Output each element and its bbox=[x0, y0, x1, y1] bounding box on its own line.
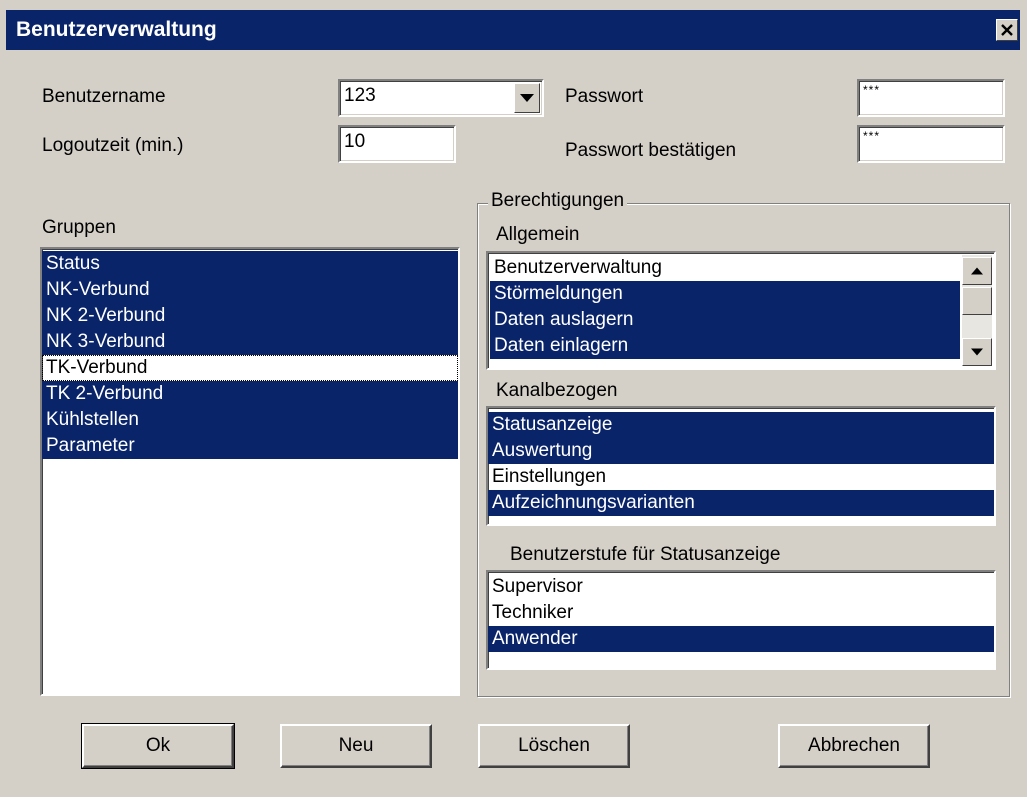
username-combobox[interactable]: 123 bbox=[338, 79, 544, 117]
chevron-down-icon bbox=[520, 94, 534, 102]
close-button[interactable] bbox=[996, 19, 1018, 41]
user-management-dialog: Benutzerverwaltung Benutzername 123 Logo… bbox=[0, 0, 1027, 797]
logout-time-value: 10 bbox=[344, 131, 366, 152]
password-value: *** bbox=[863, 83, 881, 97]
title-bar[interactable]: Benutzerverwaltung bbox=[6, 10, 1020, 50]
close-icon bbox=[1001, 24, 1013, 36]
general-label: Allgemein bbox=[496, 224, 580, 245]
arrow-up-icon bbox=[971, 267, 983, 275]
groups-label: Gruppen bbox=[42, 217, 116, 238]
permissions-label: Berechtigungen bbox=[488, 190, 628, 212]
list-item[interactable]: Parameter bbox=[42, 433, 458, 459]
groups-listbox[interactable]: Status NK-Verbund NK 2-Verbund NK 3-Verb… bbox=[40, 247, 460, 696]
list-item[interactable]: TK-Verbund bbox=[42, 355, 458, 381]
list-item[interactable]: NK 2-Verbund bbox=[42, 303, 458, 329]
cancel-button[interactable]: Abbrechen bbox=[778, 724, 930, 768]
password-confirm-value: *** bbox=[863, 129, 881, 143]
username-dropdown-button[interactable] bbox=[514, 83, 540, 113]
list-item[interactable]: NK-Verbund bbox=[42, 277, 458, 303]
arrow-down-icon bbox=[971, 348, 983, 356]
list-item[interactable]: Techniker bbox=[488, 600, 994, 626]
general-scrollbar[interactable] bbox=[962, 255, 992, 366]
delete-button[interactable]: Löschen bbox=[478, 724, 630, 768]
window-title: Benutzerverwaltung bbox=[16, 18, 217, 41]
list-item[interactable]: Statusanzeige bbox=[488, 412, 994, 438]
list-item[interactable]: Störmeldungen bbox=[490, 281, 960, 307]
list-item[interactable]: NK 3-Verbund bbox=[42, 329, 458, 355]
userlevel-label: Benutzerstufe für Statusanzeige bbox=[510, 544, 781, 565]
ok-button[interactable]: Ok bbox=[81, 723, 235, 769]
username-value: 123 bbox=[344, 85, 376, 106]
scroll-thumb[interactable] bbox=[962, 287, 992, 315]
password-confirm-label: Passwort bestätigen bbox=[565, 140, 737, 161]
list-item[interactable]: Kühlstellen bbox=[42, 407, 458, 433]
list-item[interactable]: Aufzeichnungsvarianten bbox=[488, 490, 994, 516]
logout-time-input[interactable]: 10 bbox=[338, 125, 456, 163]
password-label: Passwort bbox=[565, 86, 644, 107]
new-button[interactable]: Neu bbox=[280, 724, 432, 768]
password-input[interactable]: *** bbox=[857, 79, 1005, 117]
list-item[interactable]: Supervisor bbox=[488, 574, 994, 600]
list-item[interactable]: Daten auslagern bbox=[490, 307, 960, 333]
password-confirm-input[interactable]: *** bbox=[857, 125, 1005, 163]
list-item[interactable]: Anwender bbox=[488, 626, 994, 652]
list-item[interactable]: Daten einlagern bbox=[490, 333, 960, 359]
list-item[interactable]: Auswertung bbox=[488, 438, 994, 464]
list-item[interactable]: Status bbox=[42, 251, 458, 277]
general-permissions-listbox[interactable]: Benutzerverwaltung Störmeldungen Daten a… bbox=[486, 251, 996, 370]
list-item[interactable]: Benutzerverwaltung bbox=[490, 255, 960, 281]
list-item[interactable]: TK 2-Verbund bbox=[42, 381, 458, 407]
list-item[interactable]: Einstellungen bbox=[488, 464, 994, 490]
scroll-up-button[interactable] bbox=[962, 257, 992, 285]
channel-permissions-listbox[interactable]: Statusanzeige Auswertung Einstellungen A… bbox=[486, 406, 996, 526]
scroll-down-button[interactable] bbox=[962, 338, 992, 366]
userlevel-listbox[interactable]: Supervisor Techniker Anwender bbox=[486, 570, 996, 670]
logout-time-label: Logoutzeit (min.) bbox=[42, 135, 184, 156]
username-label: Benutzername bbox=[42, 86, 166, 107]
channel-label: Kanalbezogen bbox=[496, 380, 618, 401]
